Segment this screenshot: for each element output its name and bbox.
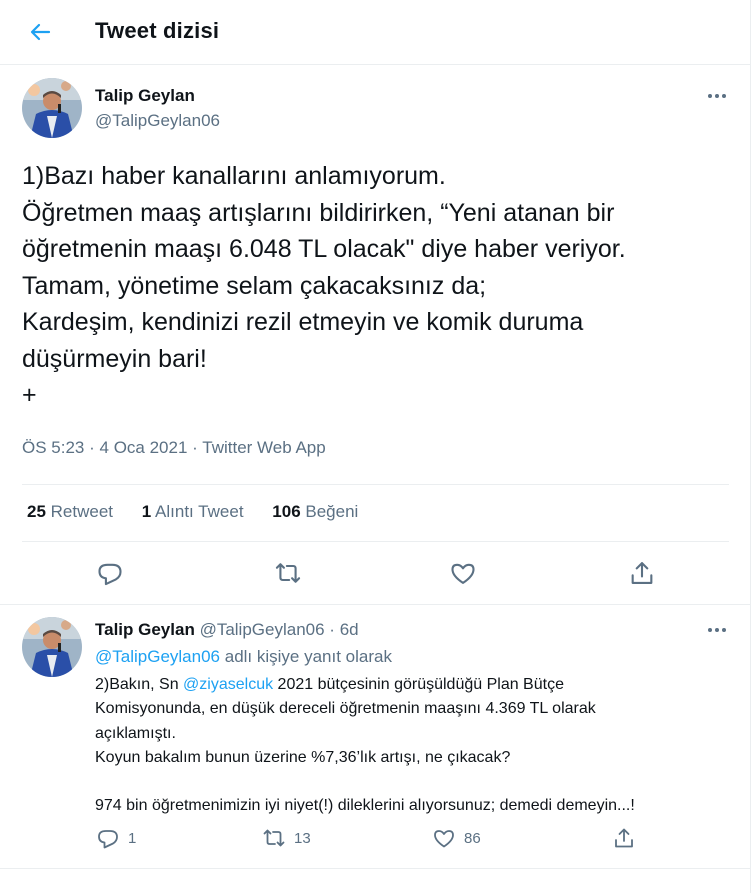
likes-label: Beğeni [305,502,359,521]
reply-avatar[interactable] [22,617,82,677]
quotes-stat[interactable]: 1 Alıntı Tweet [142,502,244,521]
reply-text-line: Komisyonunda, en düşük dereceli öğretmen… [95,700,596,718]
avatar-photo [22,617,82,677]
tweet-text-line: düşürmeyin bari! [22,344,207,373]
like-icon [434,830,454,848]
retweets-count: 25 [27,502,46,521]
tweet-text-line: 1)Bazı haber kanallarını anlamıyorum. [22,162,446,190]
likes-count: 106 [272,502,301,521]
tweet-time: ÖS 5:23 [22,438,85,457]
meta-dot: · [89,438,95,457]
reply-more-options-button[interactable] [708,625,730,635]
tweet-thread-page: Tweet dizisi Talip Geylan @TalipGeylan06… [0,0,751,893]
tweet-text: 1)Bazı haber kanallarını anlamıyorum. Öğ… [22,158,732,414]
reply-icon [98,830,118,849]
more-dots-icon [708,94,712,98]
tweet-text-line: Kardeşim, kendinizi rezil etmeyin ve kom… [22,308,584,336]
share-icon [615,828,633,848]
reply-retweet-button[interactable]: 13 [262,826,311,854]
reply-text-prefix: 2)Bakın, Sn [95,676,184,693]
back-button[interactable] [22,16,58,48]
retweet-count: 13 [294,829,311,847]
reply-text-line: 2)Bakın, Sn @ziyaselcuk 2021 bütçesinin … [95,673,735,697]
tweet-source-link[interactable]: Twitter Web App [202,438,325,457]
reply-text-line [95,770,735,794]
reply-text-line: Koyun bakalım bunun üzerine %7,36’lık ar… [95,748,511,766]
tweet-time-link[interactable]: ÖS 5:23 · 4 Oca 2021 [22,438,187,457]
tweet-text-line: öğretmenin maaşı 6.048 TL olacak" diye h… [22,235,626,263]
arrow-left-icon [30,23,51,41]
more-dot [715,94,719,98]
reply-text-line: 974 bin öğretmenimizin iyi niyet(!) dile… [95,797,635,815]
more-dot [715,628,719,632]
reply-icon [98,563,122,586]
retweet-icon [263,829,285,847]
replying-to-label: adlı kişiye yanıt olarak [224,647,392,666]
quotes-label: Alıntı Tweet [155,502,244,521]
reply-count: 1 [128,829,137,847]
reply-text-line: açıklamıştı. [95,724,176,742]
replying-to-handle[interactable]: @TalipGeylan06 [95,647,220,666]
reply-text: 2)Bakın, Sn @ziyaselcuk 2021 bütçesinin … [95,673,735,818]
reply-dot: · [329,620,335,639]
retweet-button[interactable] [274,559,302,587]
divider [22,484,729,485]
reply-button[interactable] [96,559,124,587]
reply-share-button[interactable] [612,826,636,854]
tweet-text-line: Öğretmen maaş artışlarını bildirirken, “… [22,198,615,227]
share-icon [631,562,653,584]
meta-dot: · [192,438,198,457]
like-count: 86 [464,829,481,847]
reply-reply-button[interactable]: 1 [96,826,136,854]
share-button[interactable] [628,559,656,587]
more-options-button[interactable] [708,91,730,101]
reply-age[interactable]: 6d [340,620,359,639]
retweets-label: Retweet [50,502,114,521]
page-header: Tweet dizisi [0,0,751,65]
retweet-icon [275,563,301,583]
divider [22,541,729,542]
tweet-stats: 25 Retweet 1 Alıntı Tweet 106 Beğeni [27,502,382,522]
reply-like-button[interactable]: 86 [432,826,481,854]
mention-link[interactable]: @ziyaselcuk [183,676,273,693]
tweet-date: 4 Oca 2021 [99,438,188,457]
tweet-separator [0,604,751,605]
like-icon [451,563,475,584]
likes-stat[interactable]: 106 Beğeni [272,502,358,521]
tweet-separator [0,868,751,869]
more-dot [722,94,726,98]
avatar[interactable] [22,78,82,138]
author-handle[interactable]: @TalipGeylan06 [95,111,220,131]
reply-header: Talip Geylan @TalipGeylan06 · 6d [95,620,359,640]
replying-to: @TalipGeylan06 adlı kişiye yanıt olarak [95,647,392,667]
page-title: Tweet dizisi [95,18,220,43]
tweet-meta: ÖS 5:23 · 4 Oca 2021 · Twitter Web App [22,438,326,458]
author-name[interactable]: Talip Geylan [95,86,195,106]
tweet-text-line: Tamam, yönetime selam çakacaksınız da; [22,271,487,300]
retweets-stat[interactable]: 25 Retweet [27,502,113,521]
quotes-count: 1 [141,502,152,521]
tweet-text-line: + [22,381,37,409]
reply-text-suffix: 2021 bütçesinin görüşüldüğü Plan Bütçe [273,676,564,693]
reply-author-name[interactable]: Talip Geylan [95,620,195,639]
reply-author-handle[interactable]: @TalipGeylan06 [200,620,325,639]
like-button[interactable] [449,559,477,587]
more-dot [722,628,726,632]
more-dots-icon [708,628,712,632]
avatar-photo [22,78,82,138]
